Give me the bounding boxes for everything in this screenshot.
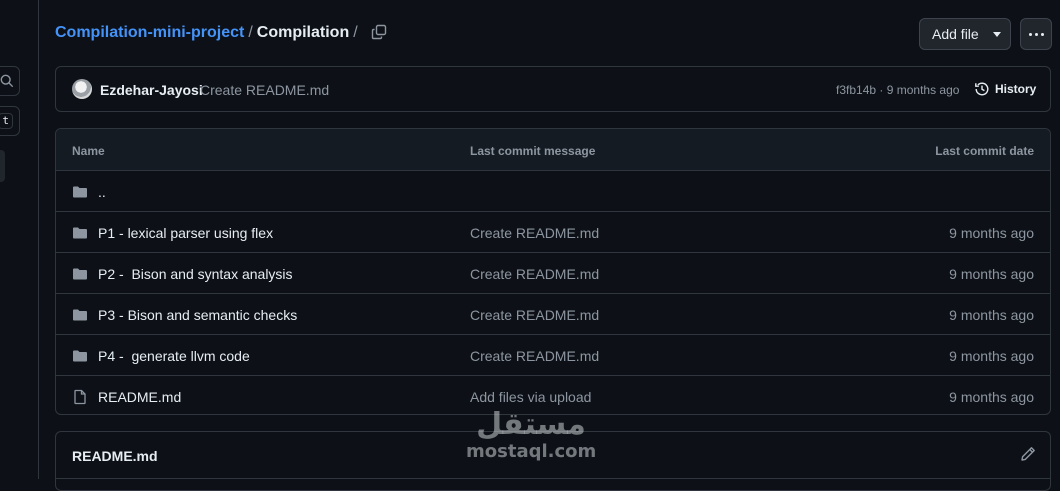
column-header-message: Last commit message — [470, 144, 596, 158]
table-row[interactable]: P3 - Bison and semantic checks Create REA… — [56, 294, 1050, 335]
column-header-name: Name — [72, 144, 105, 158]
watermark: مستقل mostaql.com — [466, 408, 596, 470]
history-icon — [975, 82, 989, 96]
copy-path-button[interactable] — [367, 20, 391, 44]
row-name-link[interactable]: P3 - Bison and semantic checks — [98, 307, 297, 323]
row-commit-message-link[interactable]: Add files via upload — [470, 389, 591, 405]
row-commit-message-link[interactable]: Create README.md — [470, 266, 599, 282]
commit-meta: f3fb14b · 9 months ago — [836, 83, 959, 97]
more-options-button[interactable] — [1020, 18, 1052, 50]
row-commit-date: 9 months ago — [949, 225, 1034, 241]
row-commit-date: 9 months ago — [949, 389, 1034, 405]
copy-icon — [371, 24, 387, 40]
pencil-icon[interactable] — [1020, 446, 1036, 462]
go-to-file-shortcut[interactable]: t — [0, 106, 20, 136]
left-rail: t — [0, 0, 39, 479]
readme-title[interactable]: README.md — [72, 448, 158, 464]
folder-icon — [72, 266, 88, 282]
table-row[interactable]: P1 - lexical parser using flex Create REA… — [56, 212, 1050, 253]
table-header: Name Last commit message Last commit dat… — [56, 129, 1050, 171]
folder-icon — [72, 225, 88, 241]
row-name-link[interactable]: README.md — [98, 389, 181, 405]
breadcrumb-separator: / — [248, 24, 253, 41]
breadcrumb-repo-link[interactable]: Compilation-mini-project — [55, 23, 244, 43]
search-icon — [0, 74, 14, 88]
rail-active-indicator — [0, 150, 5, 182]
folder-icon — [72, 348, 88, 364]
watermark-arabic: مستقل — [476, 407, 586, 442]
kbd-hint: t — [0, 113, 13, 129]
row-name-link[interactable]: P4 - generate llvm code — [98, 348, 250, 364]
breadcrumb: Compilation-mini-project / Compilation / — [55, 23, 362, 43]
commit-author-link[interactable]: Ezdehar-Jayosi — [100, 82, 203, 98]
header-row: Compilation-mini-project / Compilation /… — [55, 18, 1060, 50]
row-name-link[interactable]: .. — [98, 184, 106, 200]
row-commit-message-link[interactable]: Create README.md — [470, 348, 599, 364]
avatar[interactable] — [72, 79, 92, 99]
search-button[interactable] — [0, 66, 20, 96]
commit-time: 9 months ago — [886, 83, 960, 97]
table-row[interactable]: P4 - generate llvm code Create README.md 9… — [56, 335, 1050, 376]
commit-meta-separator: · — [879, 83, 884, 97]
row-commit-date: 9 months ago — [949, 348, 1034, 364]
table-body: .. P1 - lexical parser using flex Create R… — [56, 171, 1050, 414]
add-file-button[interactable]: Add file — [919, 18, 1011, 50]
file-table: Name Last commit message Last commit dat… — [55, 128, 1051, 415]
folder-icon — [72, 307, 88, 323]
row-commit-message-link[interactable]: Create README.md — [470, 225, 599, 241]
latest-commit-bar: Ezdehar-Jayosi Create README.md f3fb14b … — [55, 66, 1051, 112]
kebab-horizontal-icon — [1028, 32, 1032, 36]
row-name-link[interactable]: P2 - Bison and syntax analysis — [98, 266, 293, 282]
row-commit-date: 9 months ago — [949, 266, 1034, 282]
commit-sha-link[interactable]: f3fb14b — [836, 83, 876, 97]
table-row[interactable]: P2 - Bison and syntax analysis Create REA… — [56, 253, 1050, 294]
chevron-down-icon — [992, 31, 1001, 37]
row-name-link[interactable]: P1 - lexical parser using flex — [98, 225, 273, 241]
folder-icon — [72, 184, 88, 200]
add-file-label: Add file — [932, 26, 979, 42]
table-row[interactable]: .. — [56, 171, 1050, 212]
file-icon — [72, 389, 88, 405]
history-button[interactable]: History — [974, 81, 1036, 97]
row-commit-date: 9 months ago — [949, 307, 1034, 323]
commit-message-link[interactable]: Create README.md — [200, 82, 329, 98]
breadcrumb-current: Compilation — [256, 24, 350, 41]
row-commit-message-link[interactable]: Create README.md — [470, 307, 599, 323]
watermark-latin: mostaql.com — [466, 441, 597, 462]
column-header-date: Last commit date — [935, 144, 1034, 158]
history-label: History — [995, 82, 1037, 96]
breadcrumb-trailing-separator: / — [353, 24, 358, 41]
